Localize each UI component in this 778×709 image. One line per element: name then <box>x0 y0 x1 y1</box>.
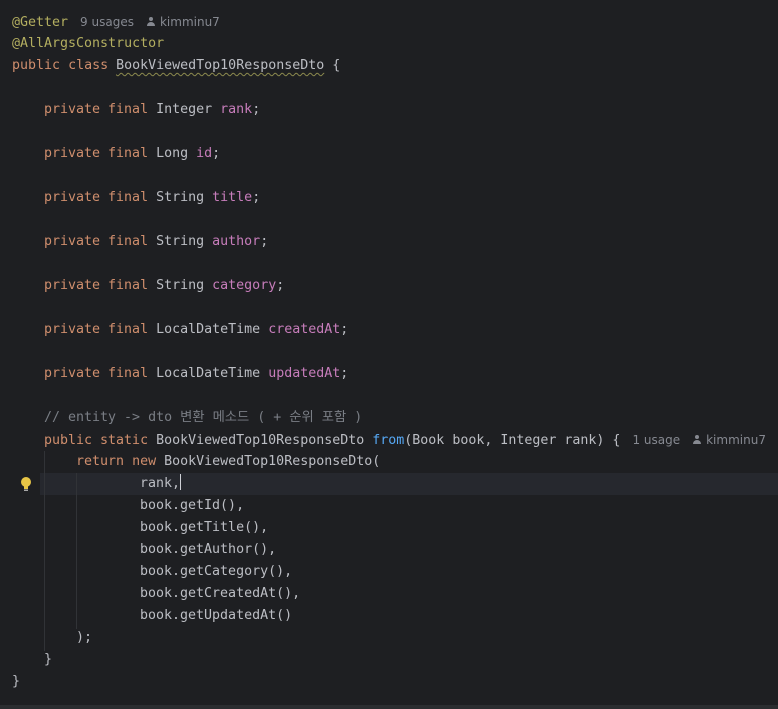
usages-hint[interactable]: 1 usage <box>632 433 680 447</box>
method-name[interactable]: from <box>372 433 404 448</box>
editor-bottom-border <box>0 705 778 709</box>
field-line: private final LocalDateTime updatedAt; <box>44 366 349 381</box>
annotation-getter: @Getter <box>12 15 69 30</box>
argument-line: rank, <box>140 474 182 491</box>
code-line: public class BookViewedTop10ResponseDto … <box>12 58 341 73</box>
argument-line: book.getId(), <box>140 498 245 513</box>
text-caret <box>180 474 182 490</box>
author-hint[interactable]: kimminu7 <box>146 15 220 29</box>
field-line: private final String category; <box>44 278 285 293</box>
field-line: private final String title; <box>44 190 261 205</box>
field-line: private final String author; <box>44 234 269 249</box>
annotation-allargs: @AllArgsConstructor <box>12 36 165 51</box>
code-line: return new BookViewedTop10ResponseDto( <box>76 454 381 469</box>
code-line: ); <box>76 630 93 645</box>
field-line: private final Long id; <box>44 146 221 161</box>
method-signature: public static BookViewedTop10ResponseDto… <box>44 433 766 448</box>
person-icon <box>146 17 156 27</box>
code-line: } <box>44 652 53 667</box>
field-line: private final Integer rank; <box>44 102 261 117</box>
usages-hint[interactable]: 9 usages <box>80 15 134 29</box>
code-editor[interactable]: @Getter 9 usages kimminu7 @AllArgsConstruc… <box>0 0 778 709</box>
indent-guide <box>76 473 77 629</box>
person-icon <box>692 435 702 445</box>
code-line: } <box>12 674 21 689</box>
argument-line: book.getUpdatedAt() <box>140 608 293 623</box>
argument-line: book.getCategory(), <box>140 564 293 579</box>
indent-guide <box>44 451 45 651</box>
argument-line: book.getCreatedAt(), <box>140 586 301 601</box>
code-line: @AllArgsConstructor <box>12 33 164 55</box>
comment-line: // entity -> dto 변환 메소드 ( + 순위 포함 ) <box>44 410 363 425</box>
argument-line: book.getTitle(), <box>140 520 269 535</box>
field-line: private final LocalDateTime createdAt; <box>44 322 349 337</box>
code-line: @Getter 9 usages kimminu7 <box>12 11 220 33</box>
argument-line: book.getAuthor(), <box>140 542 277 557</box>
author-hint[interactable]: kimminu7 <box>692 433 766 447</box>
class-name[interactable]: BookViewedTop10ResponseDto <box>116 58 324 73</box>
lightbulb-icon[interactable] <box>19 476 33 492</box>
